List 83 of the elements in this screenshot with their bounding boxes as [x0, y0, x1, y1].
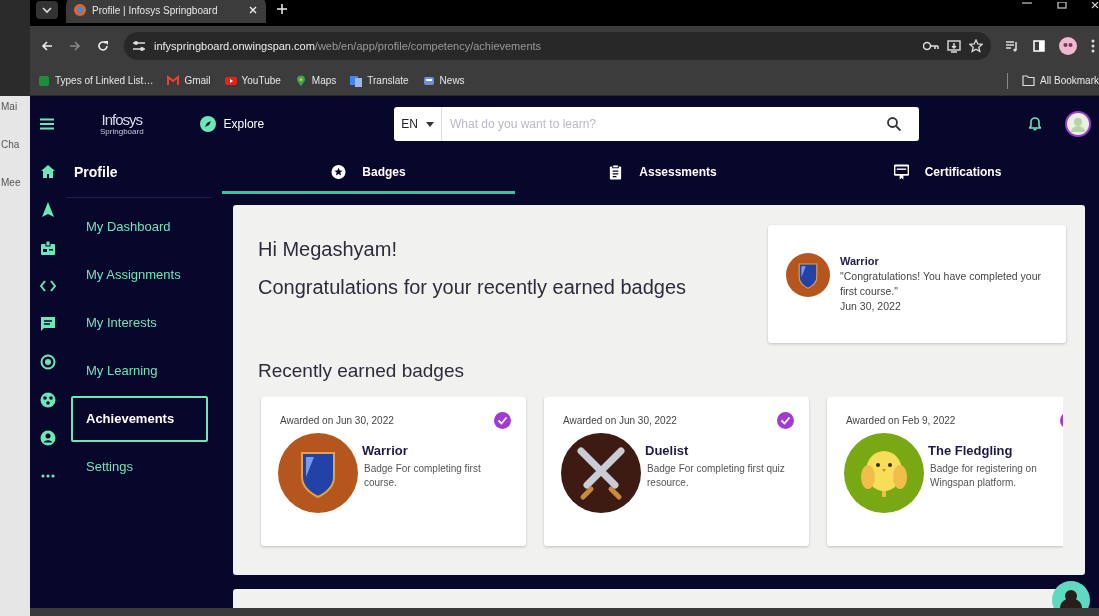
awarded-date: Awarded on Feb 9, 2022: [846, 414, 956, 428]
address-bar[interactable]: infyspringboard.onwingspan.com/web/en/app/profile/competency/achievements: [124, 32, 991, 60]
tab[interactable]: Certifications: [810, 152, 1085, 194]
explore-link[interactable]: Explore: [199, 115, 265, 133]
clipboard-icon: [608, 163, 624, 180]
language-dropdown[interactable]: EN: [394, 107, 442, 141]
translate-icon: [350, 74, 363, 87]
sidebar-title: Profile: [74, 163, 118, 182]
awarded-date: Awarded on Jun 30, 2022: [280, 414, 394, 428]
code-icon[interactable]: [40, 278, 56, 294]
url-text: infyspringboard.onwingspan.com/web/en/app/profile/competency/achievements: [154, 38, 543, 54]
search-field[interactable]: EN What do you want to learn?: [394, 107, 920, 141]
background-text: Cha: [0, 138, 21, 152]
background-text: Mee: [0, 176, 22, 190]
close-icon[interactable]: [248, 5, 258, 15]
news-icon: [422, 74, 435, 87]
badge-image: [786, 253, 830, 297]
bookmark-star-icon[interactable]: [969, 39, 983, 53]
menu-icon[interactable]: [40, 118, 54, 130]
sheets-icon: [38, 74, 50, 87]
awarded-date: Awarded on Jun 30, 2022: [563, 414, 677, 428]
new-tab-icon[interactable]: [276, 3, 288, 15]
search-icon[interactable]: [887, 117, 902, 131]
youtube-icon: [224, 74, 237, 87]
home-icon[interactable]: [40, 164, 56, 180]
dropdown-icon[interactable]: [36, 1, 58, 19]
sidebar-item[interactable]: Settings: [71, 444, 208, 490]
menu-icon[interactable]: [1091, 39, 1095, 53]
greeting-text: Hi Megashyam!: [258, 237, 398, 261]
navigation-icon[interactable]: [40, 202, 56, 218]
maximize-icon[interactable]: [1057, 2, 1067, 12]
sidebar-item[interactable]: My Learning: [71, 348, 208, 394]
favicon-icon: [74, 4, 86, 16]
badge-date: Jun 30, 2022: [840, 299, 902, 314]
side-panel-icon[interactable]: [1033, 40, 1045, 52]
bookmark[interactable]: YouTube: [224, 73, 281, 88]
congratulations-text: Congratulations for your recently earned badges: [258, 275, 688, 299]
badge-icon[interactable]: [40, 240, 56, 256]
folder-icon: [1022, 75, 1036, 86]
bookmark[interactable]: Gmail: [167, 73, 211, 88]
tab[interactable]: Assessments: [515, 152, 810, 194]
badge-name: Warrior: [840, 254, 880, 269]
badge-description: Badge for registering on Wingspan platform.: [929, 462, 1038, 490]
user-avatar-icon[interactable]: [1065, 111, 1091, 137]
maps-icon: [294, 74, 307, 87]
section-title: Recently earned badges: [258, 359, 465, 383]
browser-tab[interactable]: Profile | Infosys Springboard: [66, 0, 266, 23]
badge-description: Badge For completing first quiz resource.: [646, 462, 786, 490]
profile-avatar-icon[interactable]: [1059, 37, 1077, 55]
target-icon[interactable]: [40, 354, 56, 370]
reload-icon[interactable]: [96, 39, 110, 53]
sidebar-item[interactable]: My Assignments: [71, 252, 208, 298]
bookmark[interactable]: Translate: [350, 73, 409, 88]
badge-name: Warrior: [362, 442, 409, 460]
bookmark[interactable]: Types of Linked List…: [38, 73, 154, 88]
certificate-icon: [893, 163, 909, 180]
tab-title: Profile | Infosys Springboard: [92, 3, 219, 18]
bookmark[interactable]: Maps: [294, 73, 337, 88]
tab[interactable]: Badges: [222, 152, 515, 194]
key-icon[interactable]: [923, 41, 939, 51]
sidebar-item[interactable]: My Dashboard: [71, 204, 208, 250]
badge-name: Duelist: [645, 442, 690, 460]
gmail-icon: [167, 74, 180, 87]
background-text: Mai: [0, 100, 19, 114]
chat-icon[interactable]: [40, 316, 56, 332]
install-icon[interactable]: [947, 39, 961, 53]
logo-text: Infosys: [101, 112, 143, 127]
all-bookmarks-button[interactable]: All Bookmark: [1022, 73, 1099, 88]
media-icon[interactable]: [1005, 40, 1019, 52]
sidebar-item[interactable]: My Interests: [71, 300, 208, 346]
badge-description: Badge For completing first course.: [363, 462, 482, 490]
back-icon[interactable]: [40, 39, 54, 53]
sidebar-item[interactable]: Achievements: [71, 396, 208, 442]
site-settings-icon[interactable]: [132, 40, 146, 52]
forward-icon[interactable]: [68, 39, 82, 53]
user-icon[interactable]: [40, 430, 56, 446]
bookmark[interactable]: News: [422, 73, 465, 88]
notification-bell-icon[interactable]: [1029, 117, 1041, 131]
badge-name: The Fledgling: [928, 442, 1014, 460]
caret-icon: [425, 121, 434, 127]
group-icon[interactable]: [40, 392, 56, 408]
badge-message: "Congratulations! You have completed your first course.": [840, 269, 1043, 299]
compass-icon: [199, 116, 216, 132]
